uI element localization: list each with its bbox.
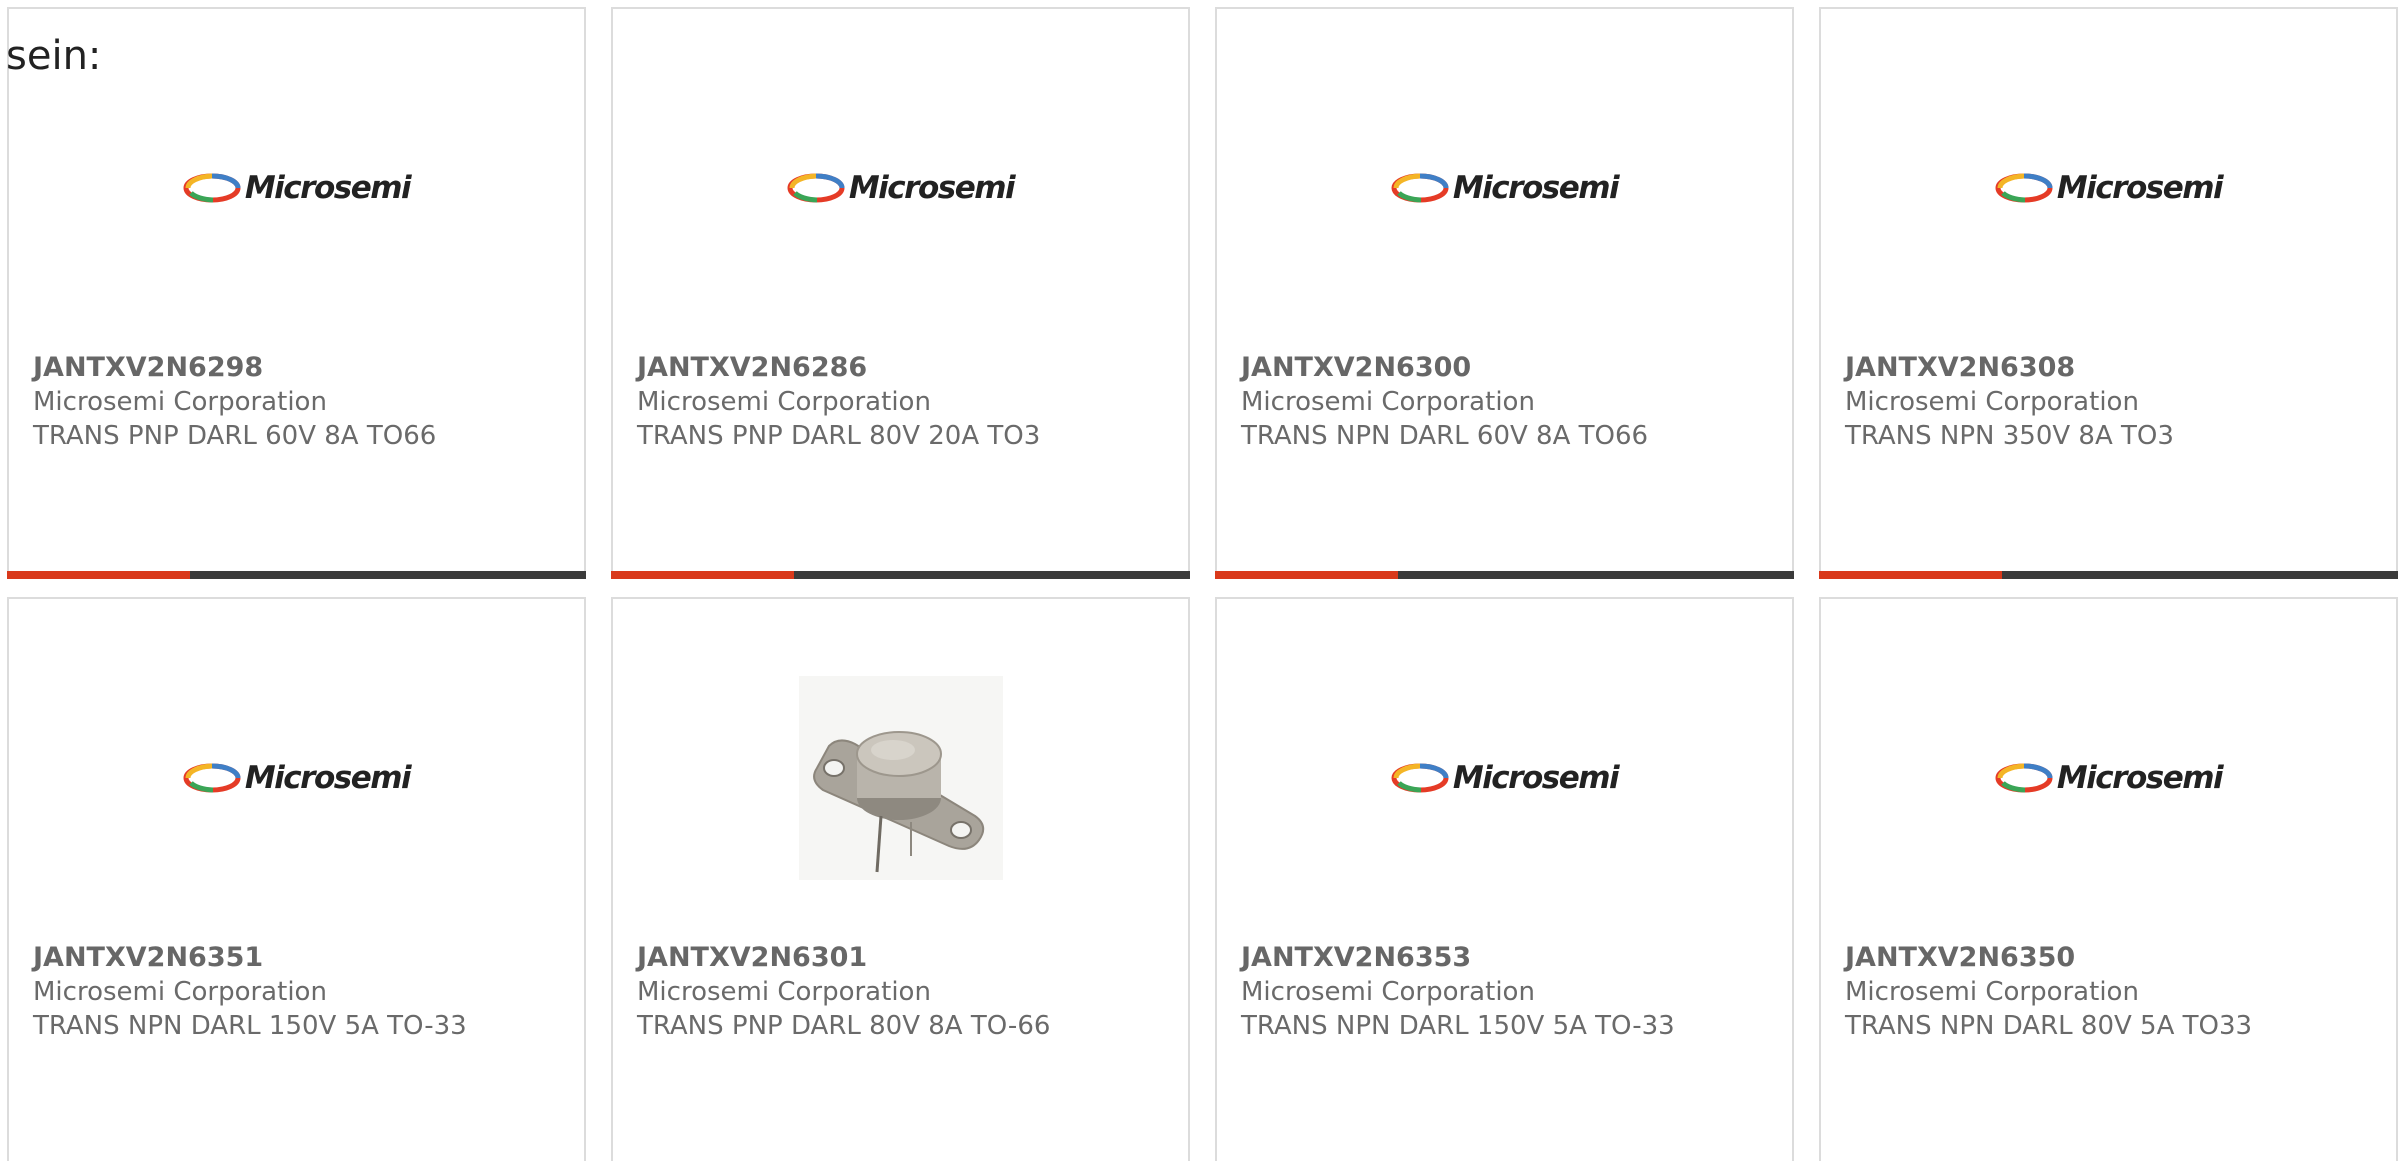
product-card[interactable]: JANTXV2N6301 Microsemi Corporation TRANS P…	[611, 597, 1190, 1161]
product-card[interactable]: Microsemi JANTXV2N6350 Microsemi Corporat…	[1819, 597, 2398, 1161]
manufacturer-name: Microsemi Corporation	[637, 387, 931, 417]
logo-text: Microsemi	[2056, 170, 2224, 206]
product-grid: Microsemi JANTXV2N6298 Microsemi Corporat…	[7, 7, 2400, 1161]
product-card[interactable]: Microsemi JANTXV2N6353 Microsemi Corporat…	[1215, 597, 1794, 1161]
microsemi-logo-mark-icon	[1391, 173, 1449, 203]
microsemi-logo-mark-icon	[183, 763, 241, 793]
part-number-link[interactable]: JANTXV2N6300	[1241, 351, 1780, 385]
microsemi-logo: Microsemi	[183, 170, 412, 206]
product-info: JANTXV2N6301 Microsemi Corporation TRANS P…	[637, 941, 1176, 1043]
microsemi-logo: Microsemi	[183, 760, 412, 796]
card-bar-accent	[1819, 571, 2002, 579]
product-card[interactable]: Microsemi JANTXV2N6298 Microsemi Corporat…	[7, 7, 586, 579]
part-number-link[interactable]: JANTXV2N6351	[33, 941, 572, 975]
card-bar-accent	[1215, 571, 1398, 579]
manufacturer-name: Microsemi Corporation	[637, 977, 931, 1007]
product-card[interactable]: Microsemi JANTXV2N6308 Microsemi Corporat…	[1819, 7, 2398, 579]
logo-text: Microsemi	[848, 170, 1016, 206]
microsemi-logo-mark-icon	[1995, 763, 2053, 793]
logo-text: Microsemi	[1452, 760, 1620, 796]
card-bottom-bar	[7, 571, 586, 579]
microsemi-logo-mark-icon	[1995, 173, 2053, 203]
product-description: TRANS NPN DARL 60V 8A TO66	[1241, 421, 1649, 451]
product-description: TRANS PNP DARL 60V 8A TO66	[33, 421, 437, 451]
microsemi-logo-mark-icon	[183, 173, 241, 203]
logo-text: Microsemi	[244, 170, 412, 206]
page: sein: Microsemi JANTXV2N6298 Microsemi Co…	[0, 0, 2400, 1161]
product-info: JANTXV2N6350 Microsemi Corporation TRANS N…	[1845, 941, 2384, 1043]
product-image[interactable]: Microsemi	[613, 75, 1188, 301]
manufacturer-name: Microsemi Corporation	[1241, 977, 1535, 1007]
product-info: JANTXV2N6300 Microsemi Corporation TRANS N…	[1241, 351, 1780, 453]
part-number-link[interactable]: JANTXV2N6286	[637, 351, 1176, 385]
intro-text: sein:	[6, 33, 102, 79]
card-bottom-bar	[1819, 571, 2398, 579]
product-description: TRANS NPN DARL 80V 5A TO33	[1845, 1011, 2253, 1041]
product-info: JANTXV2N6353 Microsemi Corporation TRANS N…	[1241, 941, 1780, 1043]
microsemi-logo: Microsemi	[787, 170, 1016, 206]
card-bar-accent	[7, 571, 190, 579]
part-number-link[interactable]: JANTXV2N6353	[1241, 941, 1780, 975]
product-card[interactable]: Microsemi JANTXV2N6351 Microsemi Corporat…	[7, 597, 586, 1161]
product-image[interactable]: Microsemi	[9, 75, 584, 301]
product-description: TRANS PNP DARL 80V 8A TO-66	[637, 1011, 1051, 1041]
logo-text: Microsemi	[1452, 170, 1620, 206]
product-image[interactable]: Microsemi	[9, 665, 584, 891]
microsemi-logo-mark-icon	[1391, 763, 1449, 793]
product-info: JANTXV2N6298 Microsemi Corporation TRANS P…	[33, 351, 572, 453]
product-description: TRANS NPN DARL 150V 5A TO-33	[33, 1011, 467, 1041]
product-image[interactable]: Microsemi	[1821, 75, 2396, 301]
product-info: JANTXV2N6351 Microsemi Corporation TRANS N…	[33, 941, 572, 1043]
part-number-link[interactable]: JANTXV2N6350	[1845, 941, 2384, 975]
product-info: JANTXV2N6308 Microsemi Corporation TRANS N…	[1845, 351, 2384, 453]
product-info: JANTXV2N6286 Microsemi Corporation TRANS P…	[637, 351, 1176, 453]
card-bar-accent	[611, 571, 794, 579]
manufacturer-name: Microsemi Corporation	[33, 387, 327, 417]
product-image[interactable]: Microsemi	[1821, 665, 2396, 891]
manufacturer-name: Microsemi Corporation	[1845, 977, 2139, 1007]
card-bottom-bar	[1215, 571, 1794, 579]
product-image[interactable]: Microsemi	[1217, 665, 1792, 891]
product-description: TRANS NPN 350V 8A TO3	[1845, 421, 2174, 451]
manufacturer-name: Microsemi Corporation	[33, 977, 327, 1007]
microsemi-logo-mark-icon	[787, 173, 845, 203]
product-description: TRANS NPN DARL 150V 5A TO-33	[1241, 1011, 1675, 1041]
logo-text: Microsemi	[2056, 760, 2224, 796]
product-card[interactable]: Microsemi JANTXV2N6300 Microsemi Corporat…	[1215, 7, 1794, 579]
product-card[interactable]: Microsemi JANTXV2N6286 Microsemi Corporat…	[611, 7, 1190, 579]
transistor-photo	[798, 676, 1003, 880]
part-number-link[interactable]: JANTXV2N6301	[637, 941, 1176, 975]
manufacturer-name: Microsemi Corporation	[1845, 387, 2139, 417]
microsemi-logo: Microsemi	[1995, 760, 2224, 796]
product-description: TRANS PNP DARL 80V 20A TO3	[637, 421, 1041, 451]
microsemi-logo: Microsemi	[1391, 170, 1620, 206]
microsemi-logo: Microsemi	[1391, 760, 1620, 796]
part-number-link[interactable]: JANTXV2N6308	[1845, 351, 2384, 385]
card-bottom-bar	[611, 571, 1190, 579]
product-image[interactable]: Microsemi	[1217, 75, 1792, 301]
manufacturer-name: Microsemi Corporation	[1241, 387, 1535, 417]
part-number-link[interactable]: JANTXV2N6298	[33, 351, 572, 385]
logo-text: Microsemi	[244, 760, 412, 796]
microsemi-logo: Microsemi	[1995, 170, 2224, 206]
product-image[interactable]	[613, 665, 1188, 891]
